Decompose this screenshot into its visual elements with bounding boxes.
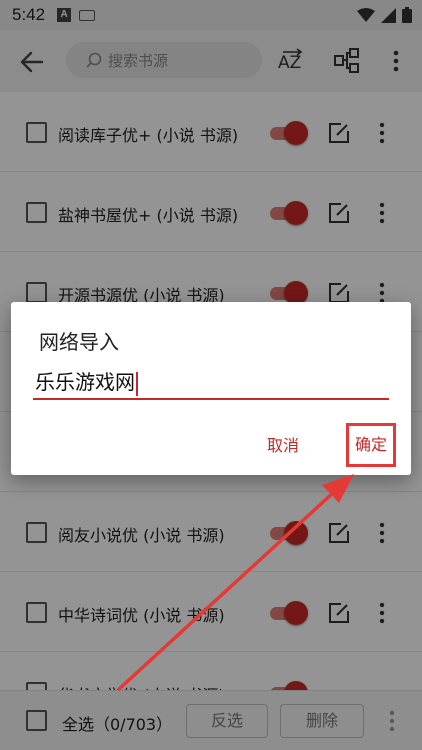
dialog-title: 网络导入 <box>39 330 119 354</box>
network-import-dialog: 网络导入 乐乐游戏网 取消 确定 <box>11 302 411 475</box>
url-input-value: 乐乐游戏网 <box>35 370 135 394</box>
cancel-button[interactable]: 取消 <box>267 432 299 456</box>
confirm-button[interactable]: 确定 <box>346 423 396 467</box>
url-input[interactable]: 乐乐游戏网 <box>33 366 389 400</box>
text-caret <box>136 371 138 396</box>
